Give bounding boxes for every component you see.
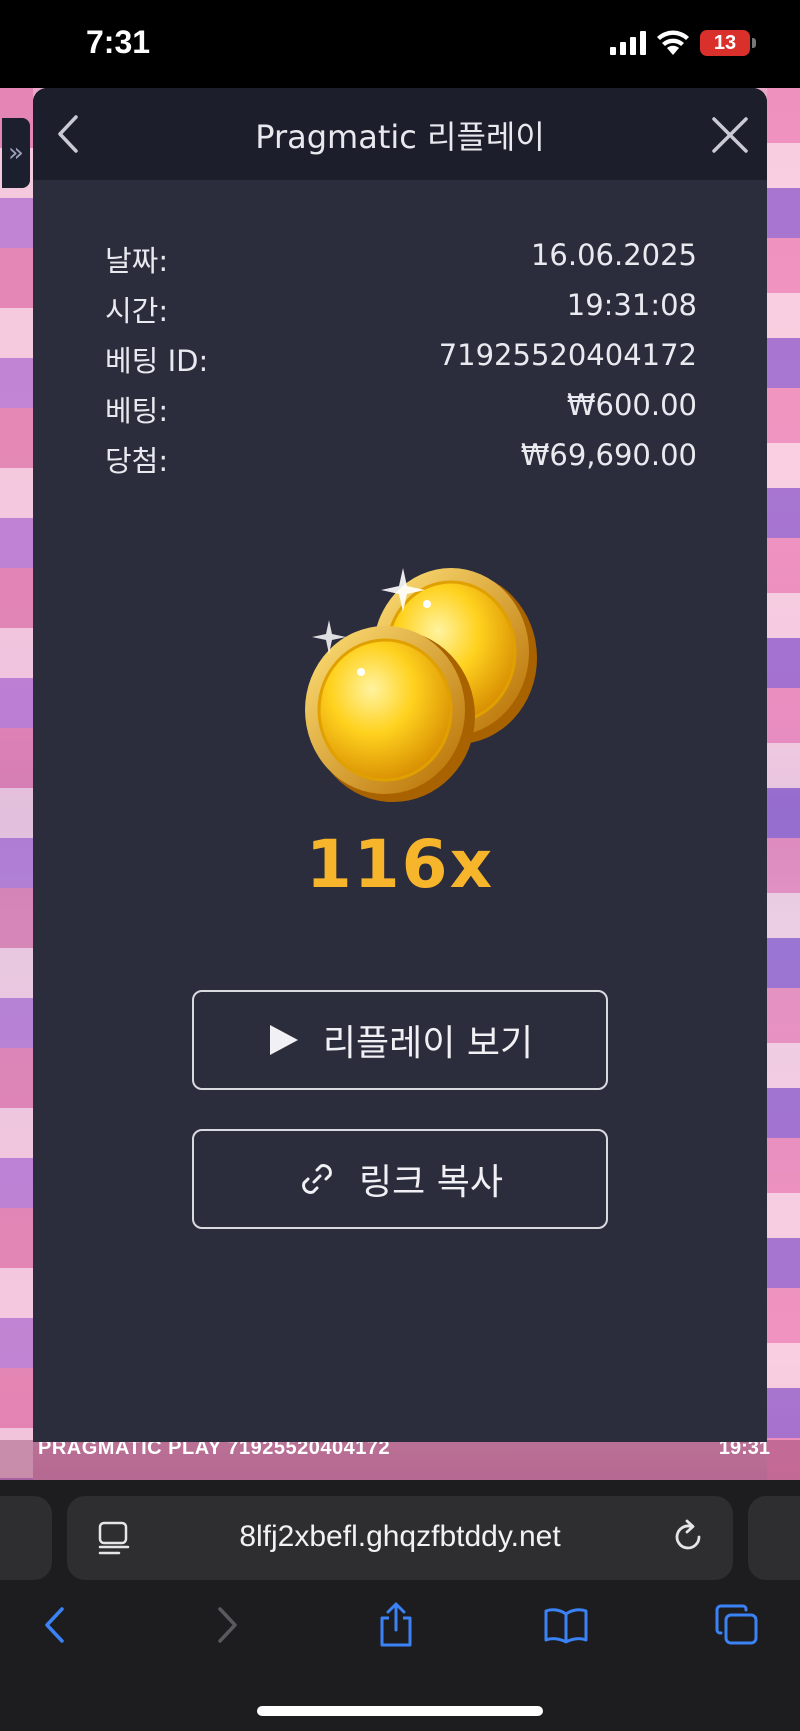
chevron-left-icon [45,1607,64,1643]
game-reel-right [767,88,800,1480]
info-value: ₩69,690.00 [520,438,697,472]
info-value: ₩600.00 [566,388,697,422]
browser-nav-toolbar [0,1595,800,1655]
tabs-icon [715,1604,758,1645]
info-value: 16.06.2025 [530,238,697,272]
url-text: 8lfj2xbefl.ghqzfbtddy.net [239,1520,561,1553]
chevron-right-icon [218,1607,237,1643]
cellular-signal-icon [610,31,646,55]
info-label: 날짜: [105,244,169,278]
info-label: 베팅 ID: [105,344,209,378]
modal-title: Pragmatic 리플레이 [255,118,545,156]
info-label: 당첨: [105,444,169,478]
home-indicator[interactable] [257,1706,543,1716]
info-row-win: 당첨: ₩69,690.00 [105,438,697,488]
share-icon [380,1602,412,1647]
info-row-bet: 베팅: ₩600.00 [105,388,697,438]
close-button[interactable] [703,108,757,162]
modal-header: Pragmatic 리플레이 [33,88,767,180]
bookmarks-button[interactable] [536,1595,596,1655]
side-expand-icon[interactable]: » [2,118,30,188]
win-multiplier: 116x [305,826,495,903]
watch-replay-button[interactable]: 리플레이 보기 [192,990,608,1090]
status-icons: 13 [610,30,756,56]
replay-modal: Pragmatic 리플레이 날짜: 16.06.2025 시간: 19:31:… [33,88,767,1442]
status-bar: 7:31 13 [0,0,800,88]
link-icon [302,1164,332,1194]
reload-icon[interactable] [669,1518,707,1556]
address-bar[interactable]: 8lfj2xbefl.ghqzfbtddy.net [67,1496,733,1580]
copy-link-button[interactable]: 링크 복사 [192,1129,608,1229]
browser-forward-button[interactable] [198,1595,258,1655]
browser-back-button[interactable] [24,1595,84,1655]
info-value: 19:31:08 [566,288,697,322]
status-time: 7:31 [86,24,151,60]
share-button[interactable] [366,1595,426,1655]
gold-coins-icon [305,568,537,802]
copy-link-label: 링크 복사 [359,1162,503,1203]
info-value: 71925520404172 [438,338,697,372]
info-row-date: 날짜: 16.06.2025 [105,238,697,288]
info-label: 베팅: [105,394,169,428]
battery-level: 13 [713,31,737,54]
battery-icon: 13 [700,30,756,56]
previous-tab-preview[interactable] [0,1496,52,1580]
info-row-time: 시간: 19:31:08 [105,288,697,338]
book-icon [544,1608,588,1644]
game-reel-left [0,88,33,1480]
close-icon [712,117,748,153]
watch-replay-label: 리플레이 보기 [322,1023,534,1064]
info-row-bet-id: 베팅 ID: 71925520404172 [105,338,697,388]
bet-info: 날짜: 16.06.2025 시간: 19:31:08 베팅 ID: 71925… [105,238,697,488]
info-label: 시간: [105,294,169,328]
play-icon [269,1025,298,1055]
tabs-button[interactable] [707,1595,767,1655]
next-tab-preview[interactable] [748,1496,800,1580]
wifi-icon [657,30,689,55]
